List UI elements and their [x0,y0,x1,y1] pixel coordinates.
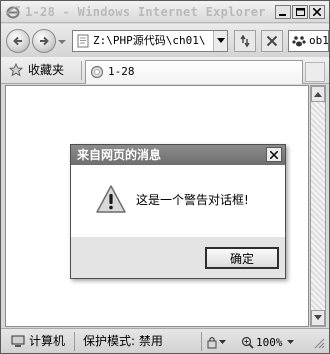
search-input[interactable]: ob1 [288,30,329,52]
dialog-title-bar[interactable]: 来自网页的消息 [71,145,285,165]
search-text[interactable]: ob1 [309,31,328,51]
zoom-icon [241,336,254,349]
dialog-message: 这是一个警告对话框! [136,193,249,207]
dialog-close-button[interactable] [266,147,282,162]
page-icon [77,34,89,48]
dialog-footer: 确定 [71,237,285,278]
close-icon [270,150,278,159]
divider [201,332,202,351]
zoom-level: 100% [256,335,283,349]
ok-button[interactable]: 确定 [205,247,279,269]
dialog-body: 这是一个警告对话框! [71,165,285,237]
ie-logo-icon [5,6,21,19]
arrow-down-icon [314,315,322,320]
chevron-down-icon [216,38,225,43]
navigation-bar: Z:\PHP源代码\ch01\ ob1 [1,24,329,57]
favorites-label[interactable]: 收藏夹 [28,62,64,78]
forward-arrow-icon [40,36,49,46]
address-dropdown-button[interactable] [213,31,227,51]
title-bar[interactable]: 1-28 - Windows Internet Explorer [1,1,329,23]
maximize-button[interactable] [292,5,308,19]
warning-icon [96,185,126,213]
history-dropdown-icon[interactable] [58,38,66,46]
refresh-icon [240,34,250,48]
stop-button[interactable] [261,30,283,52]
maximize-icon [295,8,305,16]
star-icon[interactable] [9,63,23,77]
protected-mode-status: 保护模式: 禁用 [83,334,163,348]
chevron-down-icon [219,339,226,344]
alert-dialog: 来自网页的消息 这是一个警告对话框! 确定 [70,144,286,279]
new-tab-button[interactable] [305,62,325,82]
forward-button[interactable] [32,29,56,53]
resize-grip-icon[interactable] [311,335,325,349]
favorites-bar: 收藏夹 1-28 [1,57,329,84]
arrow-up-icon [314,92,322,97]
zoom-control[interactable]: 100% [241,333,303,351]
divider [81,61,82,80]
refresh-button[interactable] [234,30,256,52]
minimize-icon [279,14,286,16]
close-button[interactable] [309,5,325,19]
window-title: 1-28 - Windows Internet Explorer [25,5,265,19]
address-text[interactable]: Z:\PHP源代码\ch01\ [93,31,211,51]
lock-icon [207,336,217,349]
browser-window: 1-28 - Windows Internet Explorer Z:\PHP源… [0,0,330,354]
security-zone: 计算机 [29,334,66,348]
dialog-title: 来自网页的消息 [77,148,162,162]
divider [74,332,75,351]
scroll-down-button[interactable] [311,310,325,326]
scroll-up-button[interactable] [311,86,325,102]
paw-icon [292,36,306,47]
tab-label: 1-28 [108,65,135,78]
computer-icon [11,335,25,347]
stop-icon [266,35,278,47]
close-icon [313,8,321,16]
back-button[interactable] [6,29,30,53]
chevron-down-icon [286,339,294,344]
status-bar: 计算机 保护模式: 禁用 100% [1,328,329,353]
back-arrow-icon [13,36,22,46]
tab-page-icon [90,65,104,79]
security-menu-button[interactable] [205,333,235,351]
address-bar[interactable]: Z:\PHP源代码\ch01\ [72,30,228,52]
vertical-scrollbar[interactable] [310,85,326,327]
minimize-button[interactable] [275,5,291,19]
tab-current[interactable]: 1-28 [85,60,303,84]
